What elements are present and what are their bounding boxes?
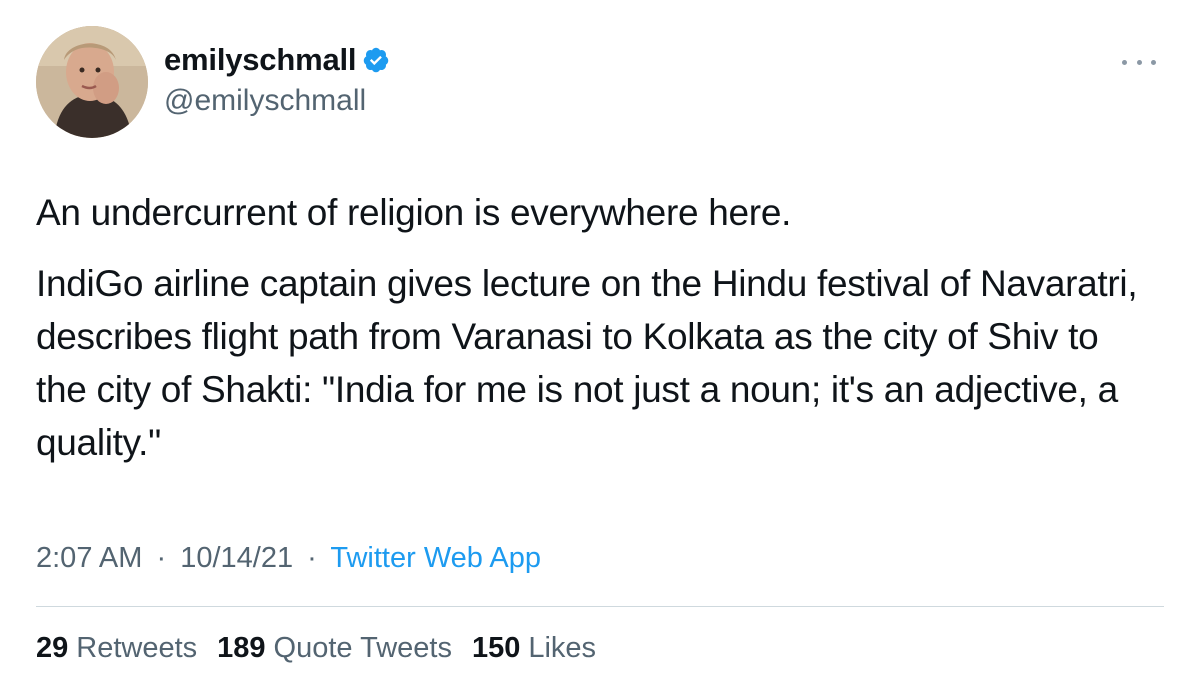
retweets-stat[interactable]: 29 Retweets [36,632,197,665]
tweet-text: An undercurrent of religion is everywher… [36,186,1156,487]
tweet-paragraph: An undercurrent of religion is everywher… [36,192,792,233]
likes-stat[interactable]: 150 Likes [472,632,596,665]
avatar[interactable] [36,26,148,138]
quote-tweets-stat[interactable]: 189 Quote Tweets [217,632,452,665]
meta-separator: · [307,542,317,574]
retweets-count: 29 [36,632,69,664]
meta-separator: · [156,542,167,574]
more-dot [1151,59,1156,65]
tweet-stats: 29 Retweets 189 Quote Tweets 150 Likes [36,632,596,665]
quote-tweets-label: Quote Tweets [273,632,452,664]
tweet-date[interactable]: 10/14/21 [180,542,293,574]
author-block: emilyschmall @emilyschmall [164,40,390,118]
tweet-meta: 2:07 AM · 10/14/21 · Twitter Web App [36,542,541,575]
tweet-source-link[interactable]: Twitter Web App [330,542,541,574]
quote-tweets-count: 189 [217,632,266,664]
tweet-time[interactable]: 2:07 AM [36,542,142,574]
likes-count: 150 [471,632,521,664]
more-dot [1136,59,1142,65]
verified-badge-icon [362,46,390,74]
likes-label: Likes [528,632,597,664]
divider [36,606,1164,607]
handle[interactable]: @emilyschmall [164,84,390,118]
more-options-icon[interactable] [1122,52,1156,72]
retweets-label: Retweets [76,632,198,664]
more-dot [1122,59,1127,65]
name-row: emilyschmall [164,40,390,80]
display-name[interactable]: emilyschmall [164,42,357,78]
tweet-paragraph: IndiGo airline captain gives lecture on … [36,263,1138,463]
tweet-card: emilyschmall @emilyschmall An undercurre… [0,0,1200,680]
avatar-photo [36,26,148,138]
